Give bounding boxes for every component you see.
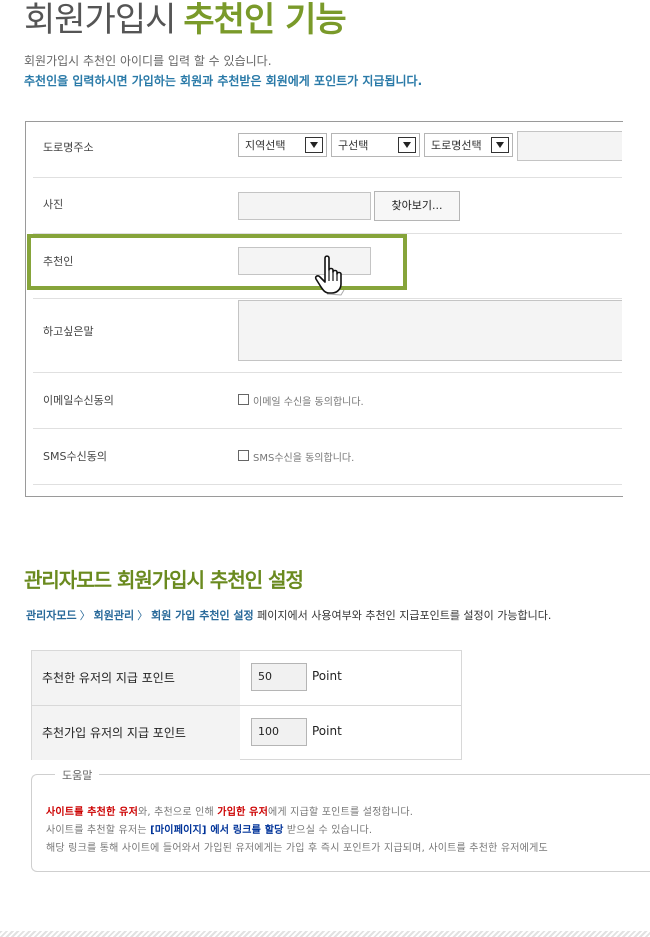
hand-pointer-icon — [313, 254, 357, 296]
row-divider — [32, 705, 461, 706]
bottom-divider — [0, 931, 650, 937]
recommender-point-input[interactable]: 50 — [251, 663, 307, 691]
label-photo: 사진 — [43, 198, 64, 211]
help-emphasis: [마이페이지] 에서 링크를 할당 — [150, 825, 284, 836]
message-textarea[interactable] — [238, 300, 622, 361]
help-emphasis: 사이트를 추천한 유저 — [46, 807, 138, 818]
help-text: 사이트를 추천할 유저는 — [46, 825, 151, 836]
sms-consent-label: SMS수신을 동의합니다. — [253, 453, 355, 464]
row-divider — [33, 298, 622, 299]
photo-file-input[interactable] — [238, 192, 371, 220]
breadcrumb-separator: 〉 — [137, 609, 149, 622]
help-emphasis: 가입한 유저 — [217, 807, 268, 818]
joined-user-point-label: 추천가입 유저의 지급 포인트 — [42, 726, 186, 740]
breadcrumb-item: 회원 가입 추천인 설정 — [151, 609, 254, 622]
email-consent-checkbox[interactable] — [238, 394, 249, 405]
breadcrumb-description: 페이지에서 사용여부와 추천인 지급포인트를 설정이 가능합니다. — [253, 609, 552, 622]
breadcrumb: 관리자모드 〉 회원관리 〉 회원 가입 추천인 설정 페이지에서 사용여부와 추천인 … — [26, 607, 551, 623]
point-settings-table — [31, 650, 462, 760]
breadcrumb-item: 회원관리 — [93, 609, 135, 622]
chevron-down-icon — [491, 137, 509, 153]
label-road-address: 도로명주소 — [43, 141, 94, 154]
page-title: 회원가입시 추천인 기능 — [24, 0, 347, 40]
recommender-point-label: 추천한 유저의 지급 포인트 — [42, 671, 175, 685]
breadcrumb-item: 관리자모드 — [26, 609, 77, 622]
page-title-plain: 회원가입시 — [24, 0, 176, 40]
label-message: 하고싶은말 — [43, 325, 94, 338]
help-line-2: 사이트를 추천할 유저는 [마이페이지] 에서 링크를 할당 받으실 수 있습니… — [46, 821, 372, 836]
point-unit: Point — [312, 724, 342, 738]
row-divider — [33, 177, 622, 178]
road-select[interactable]: 도로명선택 — [424, 133, 513, 157]
browse-button[interactable]: 찾아보기... — [374, 191, 460, 221]
chevron-down-icon — [398, 137, 416, 153]
page-description: 회원가입시 추천인 아이디를 입력 할 수 있습니다. — [24, 54, 272, 68]
label-email-consent: 이메일수신동의 — [43, 394, 114, 407]
region-select[interactable]: 지역선택 — [238, 133, 327, 157]
address-detail-input[interactable] — [517, 131, 622, 161]
point-unit: Point — [312, 669, 342, 683]
label-sms-consent: SMS수신동의 — [43, 450, 107, 463]
joined-user-point-input[interactable]: 100 — [251, 718, 307, 746]
help-text: 받으실 수 있습니다. — [283, 825, 373, 836]
help-text: 에게 지급할 포인트를 설정합니다. — [267, 807, 414, 818]
district-select[interactable]: 구선택 — [331, 133, 420, 157]
row-divider — [33, 484, 622, 485]
row-divider — [33, 372, 622, 373]
district-select-value: 구선택 — [338, 139, 369, 152]
page-description-highlight: 추천인을 입력하시면 가입하는 회원과 추천받은 회원에게 포인트가 지급됩니다… — [24, 74, 423, 88]
help-line-3: 해당 링크를 통해 사이트에 들어와서 가입된 유저에게는 가입 후 즉시 포인… — [46, 843, 548, 854]
email-consent-label: 이메일 수신을 동의합니다. — [253, 397, 364, 408]
road-select-value: 도로명선택 — [431, 139, 482, 152]
breadcrumb-separator: 〉 — [79, 609, 91, 622]
help-line-1: 사이트를 추천한 유저와, 추천으로 인해 가입한 유저에게 지급할 포인트를 … — [46, 803, 413, 818]
help-text: 와, 추천으로 인해 — [137, 807, 218, 818]
region-select-value: 지역선택 — [245, 139, 286, 152]
admin-section-title: 관리자모드 회원가입시 추천인 설정 — [24, 568, 304, 592]
page-title-highlight: 추천인 기능 — [183, 0, 346, 40]
chevron-down-icon — [305, 137, 323, 153]
sms-consent-checkbox[interactable] — [238, 450, 249, 461]
row-divider — [33, 428, 622, 429]
help-legend: 도움말 — [55, 767, 100, 783]
